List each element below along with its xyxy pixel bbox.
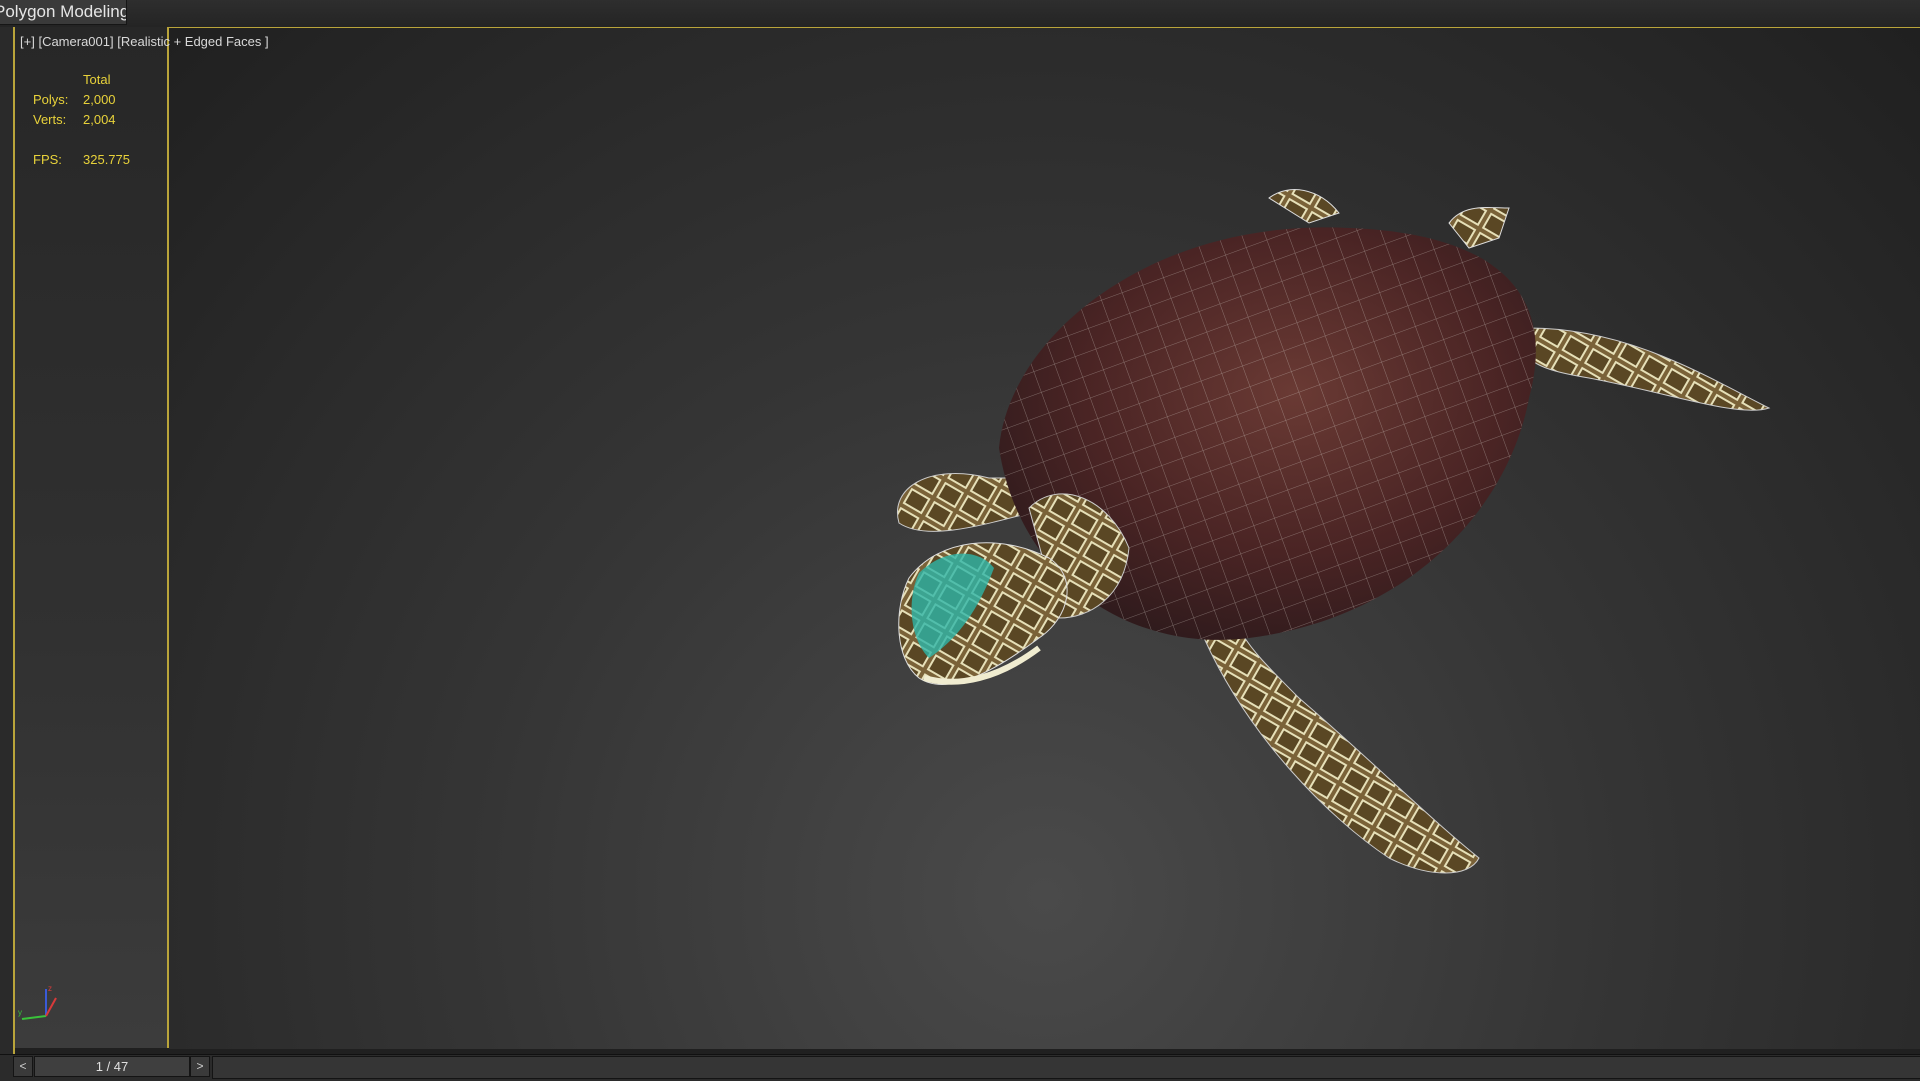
viewport-label: [+] [Camera001] [Realistic + Edged Faces… (20, 34, 269, 49)
fps-label: FPS: (33, 152, 62, 167)
rear-flipper-right (1448, 206, 1510, 249)
flipper-upper-right (1528, 327, 1771, 411)
fps-value: 325.775 (83, 152, 130, 167)
stats-polys-row: Polys: 2,000 (33, 92, 130, 112)
timeline-track[interactable] (212, 1056, 1920, 1079)
left-viewport[interactable] (15, 27, 169, 1048)
top-ribbon: Polygon Modeling (0, 0, 1920, 28)
camera-viewport[interactable] (169, 27, 1920, 1049)
stats-fps-row: FPS: 325.775 (33, 152, 130, 172)
axis-z-label: z (48, 984, 52, 993)
ribbon-tab-label: Polygon Modeling (0, 2, 127, 21)
stats-header: Total (83, 72, 111, 87)
axis-y-label: y (18, 1008, 22, 1017)
timeline-prev-button[interactable]: < (13, 1056, 33, 1077)
timeline-next-button[interactable]: > (190, 1056, 210, 1077)
flipper-lower (1203, 627, 1480, 874)
viewport-statistics: Total Polys: 2,000 Verts: 2,004 FPS: 325… (33, 72, 130, 172)
left-edge-panel (0, 27, 15, 1054)
verts-value: 2,004 (83, 112, 116, 127)
sea-turtle-model[interactable] (729, 178, 1789, 958)
viewport-camera-button[interactable]: [Camera001] (38, 34, 113, 49)
polys-value: 2,000 (83, 92, 116, 107)
polys-label: Polys: (33, 92, 69, 107)
rear-flipper-left (1268, 189, 1340, 224)
ribbon-tab-polygon-modeling[interactable]: Polygon Modeling (0, 0, 127, 25)
viewport-shading-button[interactable]: [Realistic + Edged Faces ] (117, 34, 268, 49)
stats-verts-row: Verts: 2,004 (33, 112, 130, 132)
timeline-frame-counter[interactable]: 1 / 47 (34, 1056, 190, 1077)
viewport-menu-button[interactable]: [+] (20, 34, 35, 49)
axis-tripod-icon: z y (18, 984, 57, 1020)
verts-label: Verts: (33, 112, 67, 127)
